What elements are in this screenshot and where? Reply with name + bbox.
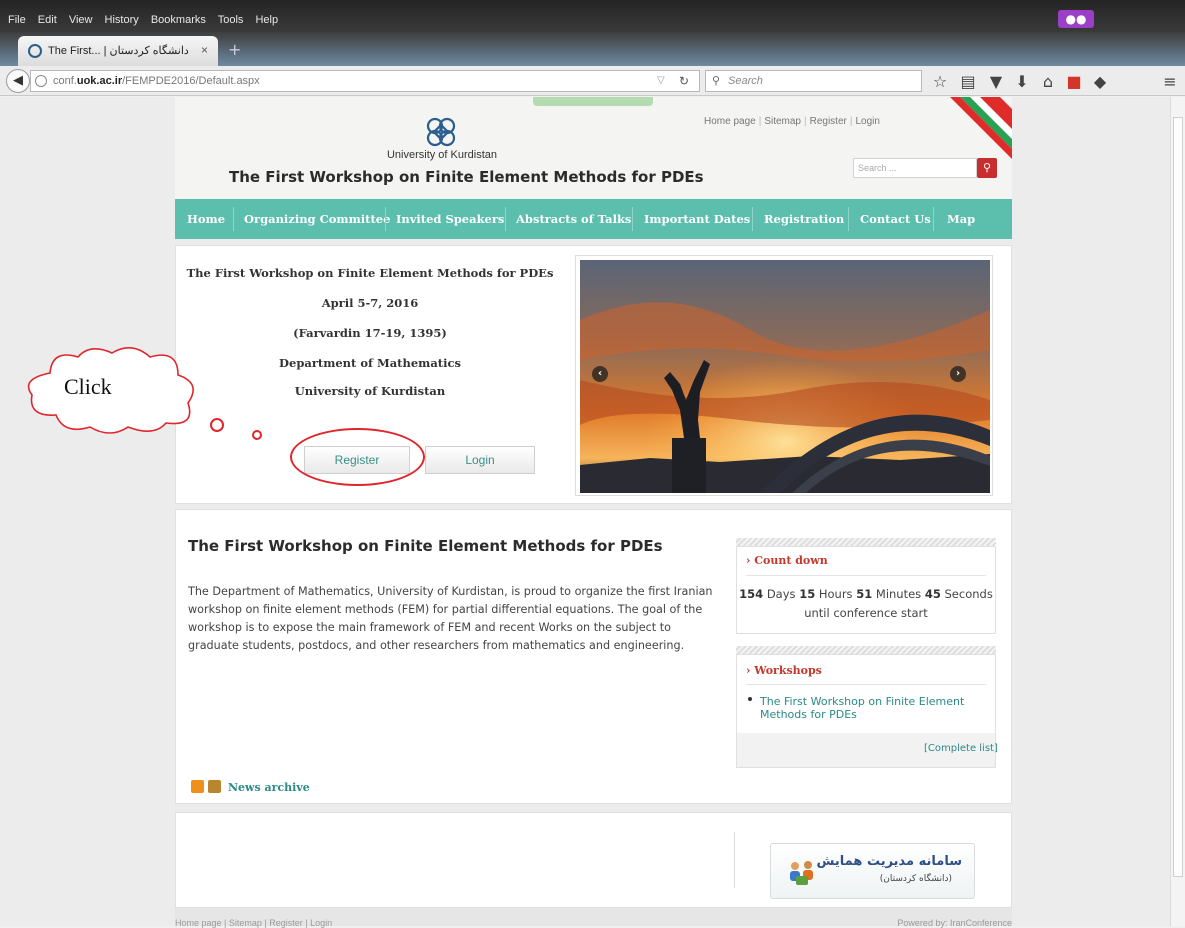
- sunset-photo: [580, 260, 990, 493]
- menu-edit[interactable]: Edit: [38, 14, 57, 26]
- navigation-toolbar: ◀ conf.uok.ac.ir/FEMPDE2016/Default.aspx…: [0, 66, 1185, 96]
- slideshow-prev-icon[interactable]: ‹: [592, 366, 608, 382]
- browser-tab[interactable]: The First... | دانشگاه کردستان ×: [18, 36, 218, 66]
- bookmark-star-icon[interactable]: ☆: [930, 72, 950, 91]
- workshops-heading: › Workshops: [746, 664, 822, 677]
- main-paragraph: The Department of Mathematics, Universit…: [188, 585, 713, 652]
- annotation-text: Click: [64, 374, 112, 399]
- hamburger-menu-icon[interactable]: ≡: [1160, 72, 1180, 91]
- reload-icon[interactable]: ↻: [679, 74, 689, 88]
- back-icon[interactable]: ◀: [6, 69, 30, 93]
- annotation-highlight-ellipse: [290, 428, 425, 486]
- favicon-icon: [28, 44, 42, 58]
- tab-close-icon[interactable]: ×: [201, 43, 208, 57]
- scrollbar-thumb[interactable]: [1173, 117, 1183, 877]
- university-name: University of Kurdistan: [386, 149, 498, 161]
- download-icon[interactable]: ⬇: [1012, 72, 1032, 91]
- bottom-strip: Home page | Sitemap | Register | Login P…: [175, 908, 1012, 928]
- addon-icon[interactable]: ■: [1064, 72, 1084, 91]
- globe-icon: [35, 75, 47, 87]
- top-links: Home page | Sitemap | Register | Login: [704, 116, 880, 127]
- tab-strip: The First... | دانشگاه کردستان × +: [0, 32, 1185, 66]
- slideshow-image[interactable]: ‹ ›: [575, 255, 993, 496]
- page-scrollbar[interactable]: [1170, 97, 1185, 926]
- workshop-link[interactable]: The First Workshop on Finite Element Met…: [760, 695, 970, 721]
- top-tab-strip: [533, 97, 653, 106]
- news-archive-link[interactable]: News archive: [228, 781, 310, 794]
- workshops-stripe: [736, 646, 996, 654]
- nav-invited-speakers[interactable]: Invited Speakers: [396, 199, 504, 239]
- top-link-home[interactable]: Home page: [704, 116, 756, 127]
- site-title: The First Workshop on Finite Element Met…: [229, 168, 704, 186]
- footer-divider: [734, 832, 735, 888]
- url-bar[interactable]: conf.uok.ac.ir/FEMPDE2016/Default.aspx ▽…: [30, 70, 700, 92]
- countdown-heading: › Count down: [746, 554, 828, 567]
- hero-title: The First Workshop on Finite Element Met…: [186, 266, 554, 280]
- menu-history[interactable]: History: [105, 14, 139, 26]
- hero-university: University of Kurdistan: [294, 384, 446, 398]
- pocket-icon[interactable]: ▼: [986, 72, 1006, 91]
- countdown-stripe: [736, 538, 996, 546]
- hero-persian-dates: (Farvardin 17-19, 1395): [293, 326, 447, 340]
- nav-important-dates[interactable]: Important Dates: [644, 199, 750, 239]
- banner-subtitle: (دانشگاه کردستان): [879, 874, 952, 884]
- powered-by[interactable]: Powered by: IranConference: [897, 918, 1012, 928]
- search-placeholder: Search: [728, 75, 763, 87]
- annotation-cloud: [27, 347, 194, 434]
- menu-items: File Edit View History Bookmarks Tools H…: [8, 14, 287, 26]
- search-icon: ⚲: [712, 75, 721, 87]
- share-icon[interactable]: ◆: [1090, 72, 1110, 91]
- countdown-until: until conference start: [804, 606, 928, 620]
- menu-view[interactable]: View: [69, 14, 93, 26]
- hero-department: Department of Mathematics: [279, 356, 461, 370]
- search-icon: ⚲: [982, 161, 992, 174]
- url-dropdown-icon[interactable]: ▽: [657, 75, 665, 86]
- top-link-register[interactable]: Register: [810, 116, 847, 127]
- site-search-button[interactable]: ⚲: [977, 158, 997, 178]
- archive-icon[interactable]: [208, 780, 221, 793]
- top-link-sitemap[interactable]: Sitemap: [764, 116, 801, 127]
- new-tab-icon[interactable]: +: [228, 40, 241, 59]
- list-bullet: [748, 697, 752, 701]
- menu-tools[interactable]: Tools: [218, 14, 244, 26]
- annotation-thought-dot: [252, 430, 262, 440]
- reading-list-icon[interactable]: ▤: [958, 72, 978, 91]
- conference-system-banner[interactable]: سامانه مدیریت همایش (دانشگاه کردستان): [770, 843, 975, 899]
- nav-organizing-committee[interactable]: Organizing Committee: [244, 199, 390, 239]
- tab-title: The First... | دانشگاه کردستان: [48, 45, 189, 57]
- url-text: conf.uok.ac.ir/FEMPDE2016/Default.aspx: [53, 75, 260, 87]
- nav-contact-us[interactable]: Contact Us: [860, 199, 931, 239]
- nav-map[interactable]: Map: [947, 199, 975, 239]
- menu-bar: File Edit View History Bookmarks Tools H…: [0, 0, 1185, 32]
- flag-ribbon-icon: [950, 97, 1012, 159]
- countdown-values: 154 Days 15 Hours 51 Minutes 45 Seconds …: [739, 587, 993, 620]
- menu-file[interactable]: File: [8, 14, 26, 26]
- nav-abstracts[interactable]: Abstracts of Talks: [516, 199, 631, 239]
- banner-title: سامانه مدیریت همایش: [816, 854, 962, 869]
- nav-home[interactable]: Home: [187, 199, 225, 239]
- menu-bookmarks[interactable]: Bookmarks: [151, 14, 206, 26]
- login-button[interactable]: Login: [425, 446, 535, 474]
- bottom-links[interactable]: Home page | Sitemap | Register | Login: [175, 918, 332, 928]
- top-link-login[interactable]: Login: [855, 116, 879, 127]
- annotation-thought-dot: [210, 418, 224, 432]
- slideshow-next-icon[interactable]: ›: [950, 366, 966, 382]
- complete-list-link[interactable]: [Complete list]: [924, 743, 998, 754]
- site-search-input[interactable]: Search ...: [853, 158, 977, 178]
- university-logo-icon: [426, 117, 456, 147]
- hero-dates: April 5-7, 2016: [321, 296, 419, 310]
- menu-help[interactable]: Help: [255, 14, 278, 26]
- rss-icon[interactable]: [191, 780, 204, 793]
- home-icon[interactable]: ⌂: [1038, 72, 1058, 91]
- private-mask-icon[interactable]: ●●: [1058, 10, 1094, 28]
- main-nav: Home Organizing Committee Invited Speake…: [175, 199, 1012, 239]
- main-title: The First Workshop on Finite Element Met…: [188, 537, 663, 555]
- people-icon: [790, 861, 813, 885]
- browser-search-input[interactable]: ⚲ Search: [705, 70, 922, 92]
- nav-registration[interactable]: Registration: [764, 199, 844, 239]
